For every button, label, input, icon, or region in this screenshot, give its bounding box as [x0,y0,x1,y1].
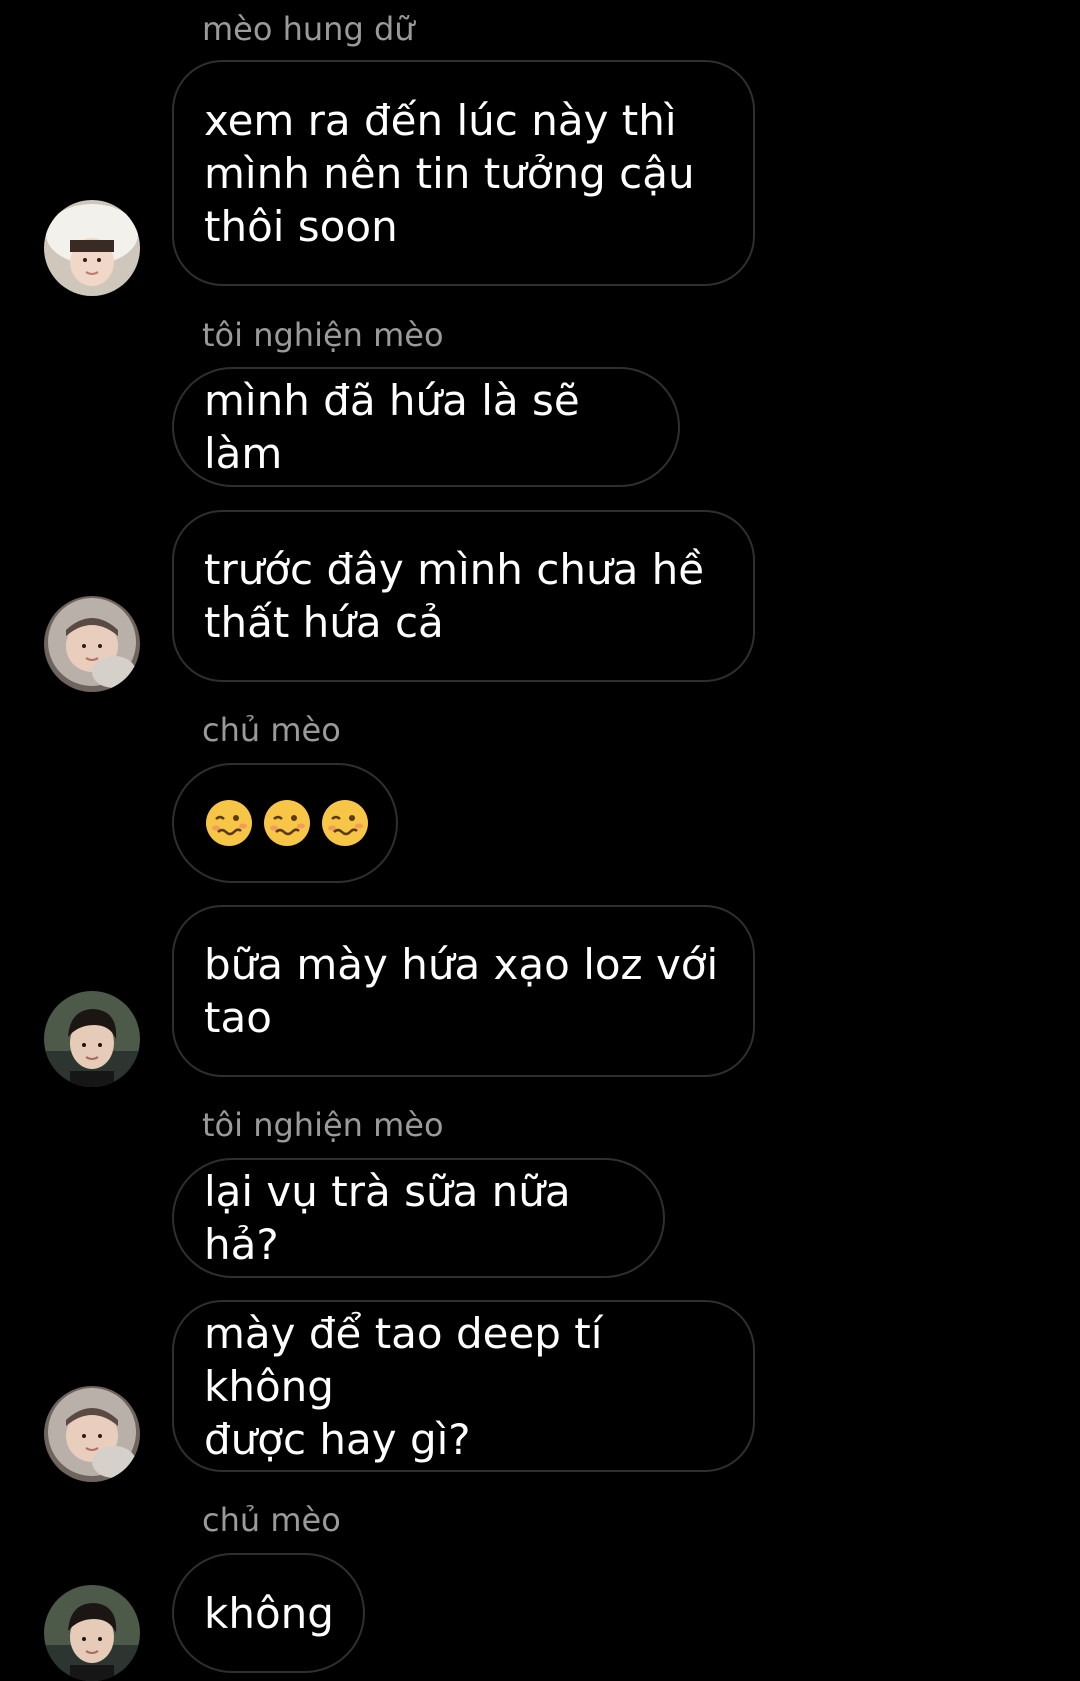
message-text: không [204,1588,334,1638]
message-text: bữa mày hứa xạo loz với tao [204,940,719,1042]
avatar[interactable] [44,991,140,1087]
sender-name: mèo hung dữ [202,10,415,48]
message-text: xem ra đến lúc này thì mình nên tin tưởn… [204,95,695,251]
message-bubble[interactable]: lại vụ trà sữa nữa hả? [172,1158,665,1278]
woozy-face-emoji-icon [322,800,368,846]
message-bubble[interactable]: trước đây mình chưa hề thất hứa cả [172,510,755,682]
woozy-face-emoji-icon [264,800,310,846]
message-bubble[interactable]: không [172,1553,365,1673]
message-bubble[interactable]: xem ra đến lúc này thì mình nên tin tưởn… [172,60,755,286]
profile-photo-white-bucket-hat-icon [44,200,140,296]
avatar[interactable] [44,1585,140,1681]
profile-photo-fur-hood-icon [44,1386,140,1482]
profile-photo-dark-hair-icon [44,991,140,1087]
sender-name: chủ mèo [202,711,341,749]
avatar[interactable] [44,200,140,296]
sender-name: chủ mèo [202,1501,341,1539]
message-text: mày để tao deep tí không được hay gì? [204,1308,603,1464]
avatar[interactable] [44,596,140,692]
message-text: trước đây mình chưa hề thất hứa cả [204,545,705,647]
emoji-message [204,798,370,848]
woozy-face-emoji-icon [206,800,252,846]
avatar[interactable] [44,1386,140,1482]
message-bubble[interactable]: mình đã hứa là sẽ làm [172,367,680,487]
profile-photo-dark-hair-icon [44,1585,140,1681]
message-text: mình đã hứa là sẽ làm [204,376,580,478]
message-text: lại vụ trà sữa nữa hả? [204,1167,571,1269]
message-bubble[interactable]: bữa mày hứa xạo loz với tao [172,905,755,1077]
profile-photo-fur-hood-icon [44,596,140,692]
chat-thread: mèo hung dữ xem ra đến lúc này thì mình … [0,0,1080,1681]
sender-name: tôi nghiện mèo [202,316,444,354]
message-bubble[interactable]: mày để tao deep tí không được hay gì? [172,1300,755,1472]
message-bubble[interactable] [172,763,398,883]
sender-name: tôi nghiện mèo [202,1106,444,1144]
